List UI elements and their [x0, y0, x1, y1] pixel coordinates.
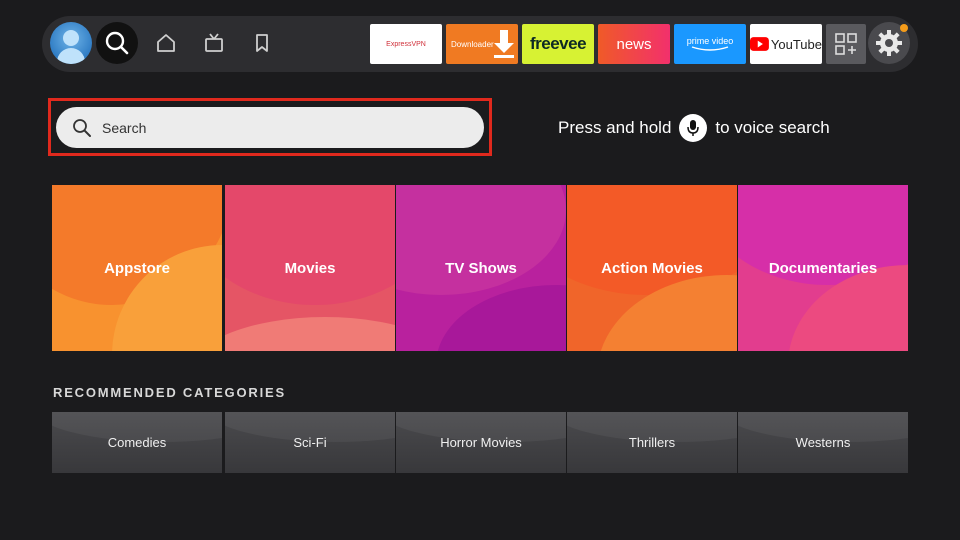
recommended-sci-fi[interactable]: Sci-Fi — [225, 412, 395, 473]
recommended-label: Horror Movies — [440, 435, 522, 450]
search-input[interactable]: Search — [56, 107, 484, 148]
category-label: Appstore — [104, 259, 170, 277]
bookmark-icon — [256, 34, 268, 52]
app-youtube[interactable]: YouTube — [750, 24, 822, 64]
search-placeholder: Search — [102, 119, 147, 136]
search-icon — [105, 31, 129, 55]
category-tv-shows[interactable]: TV Shows — [396, 185, 566, 351]
recommended-categories-heading: RECOMMENDED CATEGORIES — [53, 385, 286, 400]
category-documentaries[interactable]: Documentaries — [738, 185, 908, 351]
profile-avatar[interactable] — [50, 22, 92, 64]
recommended-westerns[interactable]: Westerns — [738, 412, 908, 473]
recommended-label: Comedies — [107, 435, 167, 450]
app-news-label: news — [616, 35, 652, 53]
category-appstore[interactable]: Appstore — [52, 185, 222, 351]
apps-grid-icon — [835, 33, 857, 55]
all-apps-button[interactable] — [826, 24, 866, 64]
notification-dot — [900, 24, 908, 32]
app-freevee[interactable]: freevee — [522, 24, 594, 64]
nav-watchlist-button[interactable] — [241, 22, 283, 64]
recommended-comedies[interactable]: Comedies — [52, 412, 222, 473]
nav-home-button[interactable] — [145, 22, 187, 64]
nav-live-tv-button[interactable] — [193, 22, 235, 64]
download-arrow-icon — [494, 30, 514, 58]
gear-icon — [876, 30, 902, 56]
app-prime-video-label: prime video — [686, 36, 734, 46]
home-icon — [157, 34, 175, 52]
recommended-thrillers[interactable]: Thrillers — [567, 412, 737, 473]
smile-arrow-icon — [691, 46, 729, 51]
category-label: Movies — [284, 259, 336, 277]
recommended-label: Thrillers — [628, 435, 676, 450]
voice-search-hint: Press and hold to voice search — [558, 114, 830, 142]
recommended-label: Sci-Fi — [293, 435, 327, 450]
microphone-icon — [687, 120, 700, 136]
app-expressvpn-label: ExpressVPN — [386, 40, 426, 48]
category-action-movies[interactable]: Action Movies — [567, 185, 737, 351]
voice-hint-suffix: to voice search — [715, 118, 830, 137]
category-label: Documentaries — [768, 259, 878, 277]
tv-icon — [205, 33, 223, 52]
category-label: TV Shows — [445, 259, 517, 277]
recommended-horror-movies[interactable]: Horror Movies — [396, 412, 566, 473]
app-news[interactable]: news — [598, 24, 670, 64]
avatar-head — [63, 30, 79, 46]
app-prime-video[interactable]: prime video — [674, 24, 746, 64]
category-label: Action Movies — [601, 259, 703, 277]
app-youtube-label: YouTube — [770, 36, 822, 52]
category-movies[interactable]: Movies — [225, 185, 395, 351]
app-expressvpn[interactable]: ExpressVPN — [370, 24, 442, 64]
app-downloader[interactable]: Downloader — [446, 24, 518, 64]
avatar-body — [57, 48, 85, 64]
mic-icon-badge — [679, 114, 708, 142]
recommended-label: Westerns — [795, 435, 851, 450]
app-downloader-label: Downloader — [451, 39, 494, 49]
app-freevee-label: freevee — [529, 34, 587, 53]
youtube-play-icon — [750, 37, 769, 51]
nav-search-button[interactable] — [96, 22, 138, 64]
search-icon — [73, 118, 91, 137]
voice-hint-prefix: Press and hold — [558, 118, 672, 137]
